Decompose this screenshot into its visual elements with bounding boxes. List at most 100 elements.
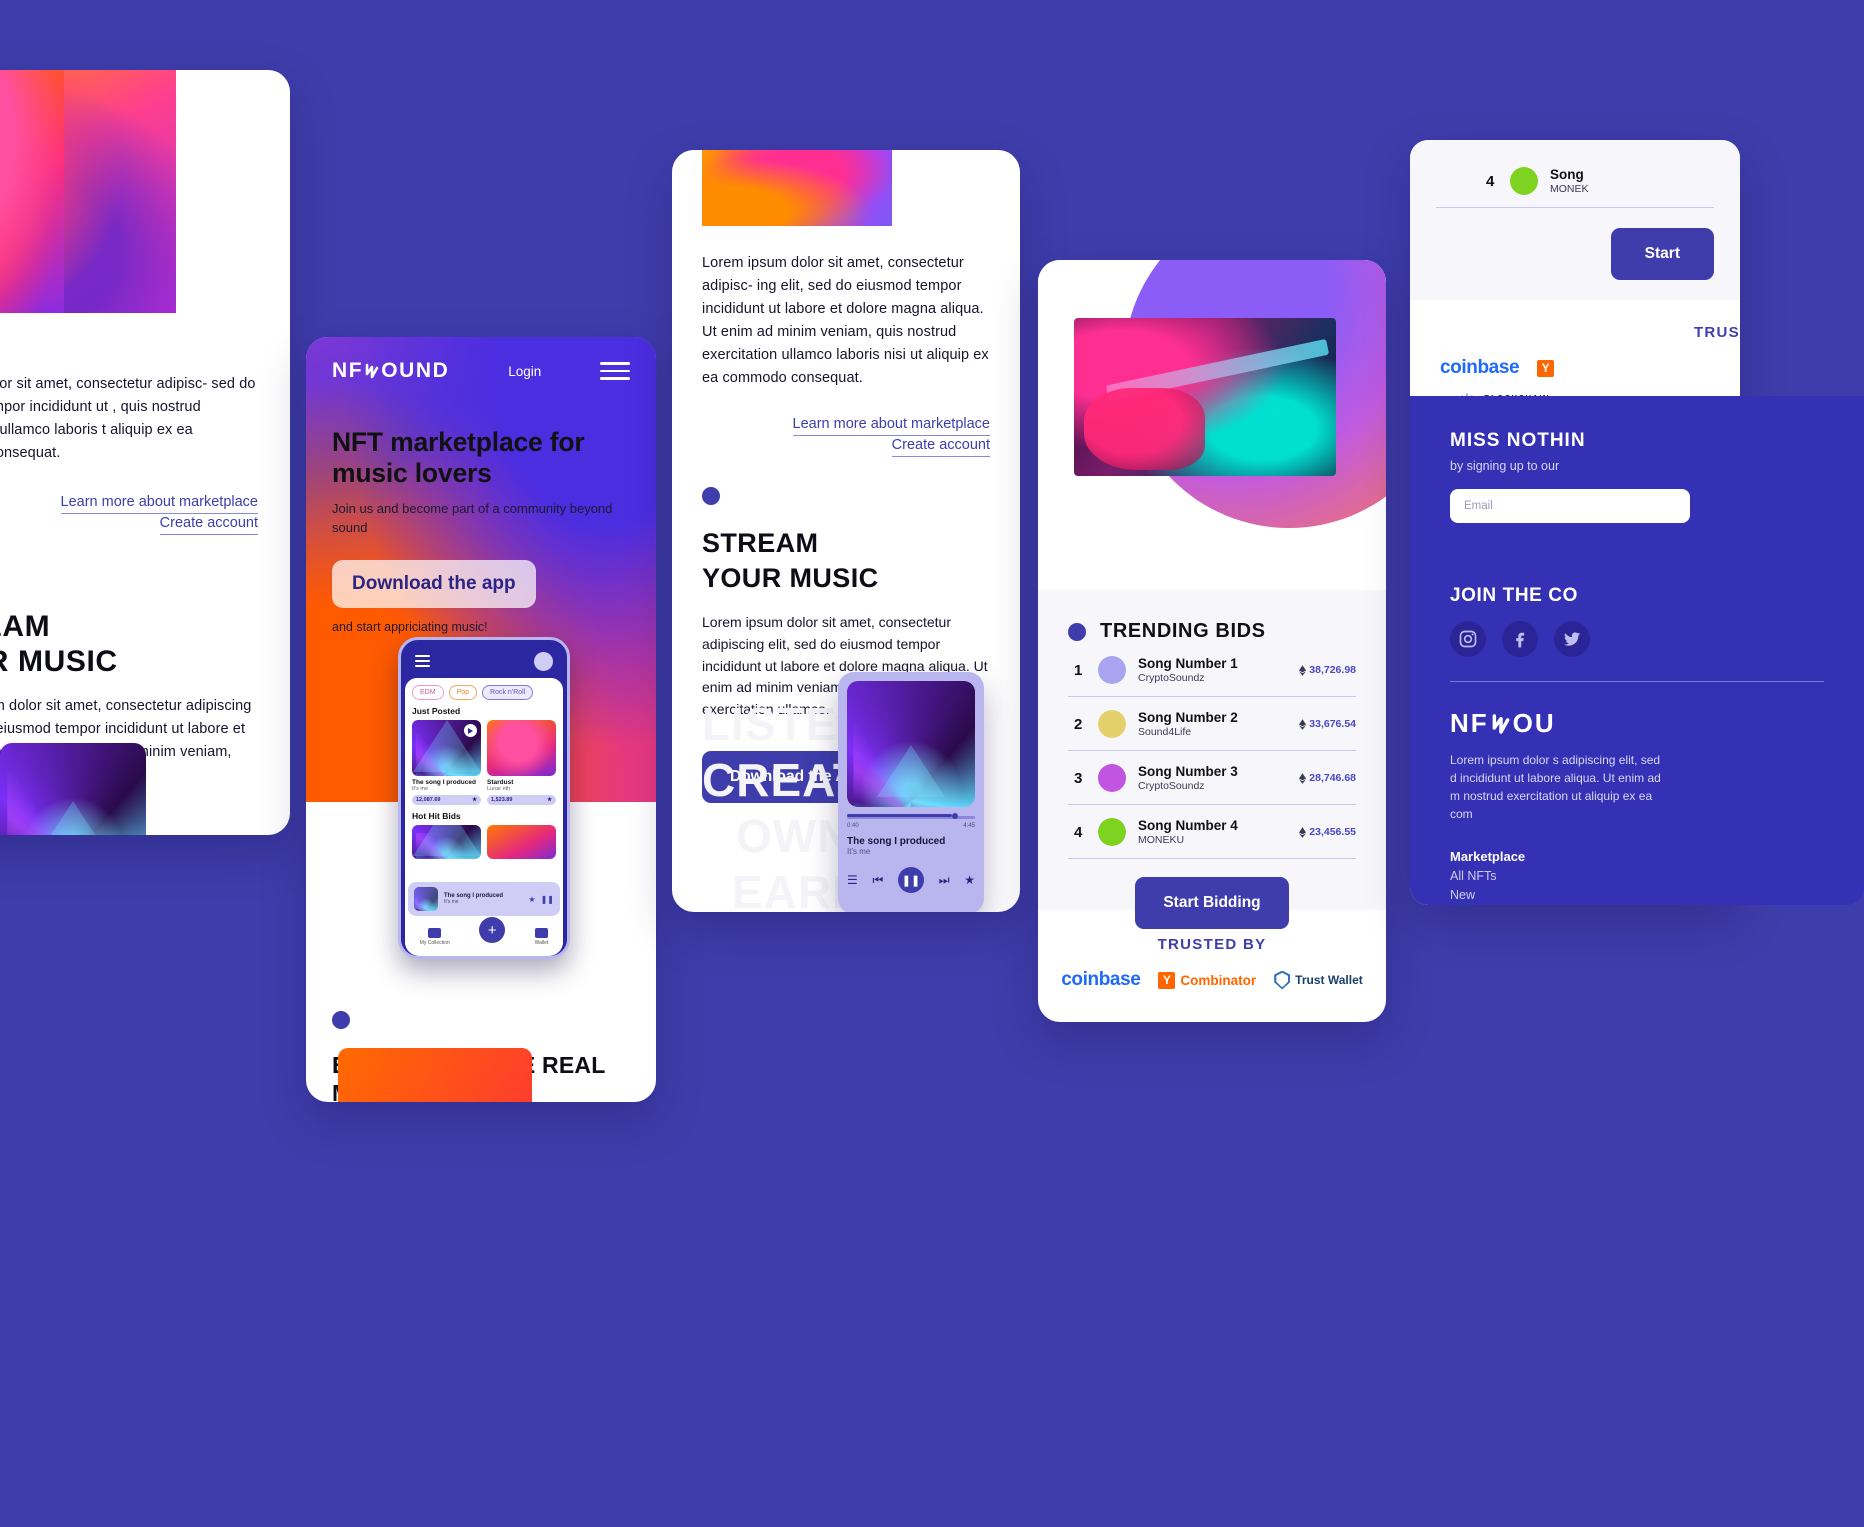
queue-icon[interactable]: ☰ [847, 873, 858, 887]
email-field[interactable]: Email [1450, 489, 1690, 523]
create-account-link[interactable]: Create account [891, 437, 990, 458]
join-community-section: JOIN THE CO [1410, 551, 1864, 657]
bid-price: 28,746.68 [1299, 772, 1356, 784]
shield-icon [1274, 970, 1291, 990]
now-playing-meta: The song I produced It's me [444, 893, 503, 905]
phone-mockup: EDM Pop Rock n'Roll Just Posted The song… [398, 637, 570, 959]
create-account-link[interactable]: Create account [159, 515, 258, 535]
tile-sub: Lunar eth [487, 786, 511, 792]
bid-price: 23,456.55 [1299, 826, 1356, 838]
card3-lorem: Lorem ipsum dolor sit amet, consectetur … [702, 255, 989, 386]
card1-lorem: m ipsum dolor sit amet, consectetur adip… [0, 376, 256, 461]
previous-icon[interactable]: ⏮ [872, 873, 883, 888]
card2-hero-body: NFT marketplace for music lovers Join us… [306, 383, 656, 634]
avatar [1098, 710, 1126, 738]
player-album-art [847, 681, 975, 807]
add-button[interactable]: + [479, 917, 506, 943]
phone-hamburger-icon[interactable] [415, 655, 430, 667]
bid-artist: CryptoSoundz [1138, 671, 1205, 684]
card2-title: NFT marketplace for music lovers [332, 427, 630, 488]
just-posted-tiles: The song I produced It's me 12,087.69 ★ … [412, 720, 556, 805]
album-art [0, 743, 146, 835]
brand-logo[interactable]: NF OUND [332, 359, 449, 383]
table-row[interactable]: 3 Song Number 3 CryptoSoundz 28,746.68 [1068, 751, 1356, 805]
facebook-icon[interactable] [1502, 621, 1538, 657]
orange-accent-block [338, 1048, 532, 1102]
login-link[interactable]: Login [508, 364, 541, 379]
bullet-dot [332, 1011, 350, 1029]
star-icon[interactable]: ★ [964, 873, 975, 887]
duration-time: 4:45 [963, 823, 975, 829]
instagram-icon[interactable] [1450, 621, 1486, 657]
footer-text: Lorem ipsum dolor s adipiscing elit, sed… [1450, 753, 1661, 822]
learn-more-link[interactable]: Learn more about marketplace [60, 494, 258, 514]
table-row[interactable]: 4 Song MONEK [1436, 154, 1714, 208]
play-icon[interactable] [464, 724, 477, 737]
player-controls: ☰ ⏮ ❚❚ ⏭ ★ [847, 867, 975, 893]
tile-album-art [412, 720, 481, 776]
footer-links-heading: Marketplace [1450, 849, 1526, 865]
footer-link-all-nfts[interactable]: All NFTs [1450, 869, 1824, 883]
social-links [1450, 621, 1824, 657]
tile-item[interactable]: Stardust Lunar eth 1,523.89 ★ [487, 720, 556, 805]
chip-pop[interactable]: Pop [448, 685, 478, 700]
bid-artist: MONEK [1550, 182, 1589, 195]
coinbase-logo: coinbase [1061, 969, 1141, 990]
hot-tile[interactable] [487, 825, 556, 859]
table-row[interactable]: 4 Song Number 4 MONEKU 23,456.55 [1068, 805, 1356, 859]
now-playing-bar[interactable]: The song I produced It's me ★ ❚❚ [408, 882, 560, 916]
bid-artist: CryptoSoundz [1138, 779, 1205, 792]
progress-bar[interactable] [847, 812, 975, 819]
start-bidding-button[interactable]: Start Bidding [1135, 877, 1289, 929]
hamburger-icon[interactable] [599, 362, 630, 380]
just-posted-title: Just Posted [412, 706, 461, 716]
phone-avatar[interactable] [534, 651, 553, 671]
trusted-by-title: TRUSTED BY [1157, 936, 1267, 953]
next-icon[interactable]: ⏭ [939, 873, 950, 888]
card2-subtitle: Join us and become part of a community b… [332, 501, 613, 536]
trustwallet-label: Trust Wallet [1295, 973, 1363, 987]
avatar [1098, 818, 1126, 846]
chip-rock[interactable]: Rock n'Roll [482, 685, 534, 700]
card-hero-left: m ipsum dolor sit amet, consectetur adip… [0, 70, 290, 835]
card5-bid-section: 4 Song MONEK Start [1410, 140, 1740, 300]
tab-my-collection[interactable]: My Collection [420, 928, 450, 946]
bid-name: Song Number 1 [1138, 656, 1238, 672]
footer-link-new[interactable]: New [1450, 888, 1824, 902]
newsletter-section: MISS NOTHIN by signing up to our Email [1410, 396, 1864, 523]
card5-logo-row-1: coinbase Y [1410, 357, 1740, 379]
tile-item[interactable]: The song I produced It's me 12,087.69 ★ [412, 720, 481, 805]
pause-button[interactable]: ❚❚ [897, 867, 924, 893]
table-row[interactable]: 1 Song Number 1 CryptoSoundz 38,726.98 [1068, 643, 1356, 697]
star-icon[interactable]: ★ [472, 797, 477, 803]
player-track-sub: It's me [847, 847, 871, 856]
footer-links: Marketplace All NFTs New Music [1410, 823, 1864, 905]
bid-price-value: 28,746.68 [1309, 772, 1356, 784]
tile-price-value: 1,523.89 [491, 797, 513, 803]
start-bidding-button-2[interactable]: Start [1610, 228, 1714, 280]
footer-panel: MISS NOTHIN by signing up to our Email J… [1410, 396, 1864, 905]
now-playing-controls[interactable]: ★ ❚❚ [528, 895, 554, 904]
twitter-icon[interactable] [1554, 621, 1590, 657]
ethereum-icon [1299, 664, 1307, 676]
card3-heading-line1: STREAM [702, 528, 819, 559]
table-row[interactable]: 2 Song Number 2 Sound4Life 33,676.54 [1068, 697, 1356, 751]
star-icon[interactable]: ★ [528, 895, 535, 904]
bid-rank: 2 [1074, 715, 1083, 733]
pause-icon[interactable]: ❚❚ [541, 895, 554, 904]
trusted-by-title-2: TRUS [1693, 324, 1740, 341]
tile-price: 1,523.89 ★ [487, 795, 556, 805]
footer-brand-logo[interactable]: NF OU [1450, 708, 1824, 739]
trending-bids-header: TRENDING BIDS [1068, 620, 1356, 643]
hot-tile[interactable] [412, 825, 481, 859]
yc-icon: Y [1537, 359, 1555, 377]
tab-wallet[interactable]: Wallet [535, 928, 548, 946]
card2-note: and start appriciating music! [332, 620, 488, 635]
download-app-button-2[interactable]: Download the app [332, 560, 536, 609]
learn-more-link[interactable]: Learn more about marketplace [792, 416, 990, 437]
ycombinator-logo-2: Y [1537, 359, 1555, 377]
chip-edm[interactable]: EDM [412, 685, 444, 700]
star-icon[interactable]: ★ [547, 797, 552, 803]
bid-price-value: 38,726.98 [1309, 664, 1356, 676]
bid-name-group: Song Number 2 Sound4Life [1138, 710, 1287, 738]
